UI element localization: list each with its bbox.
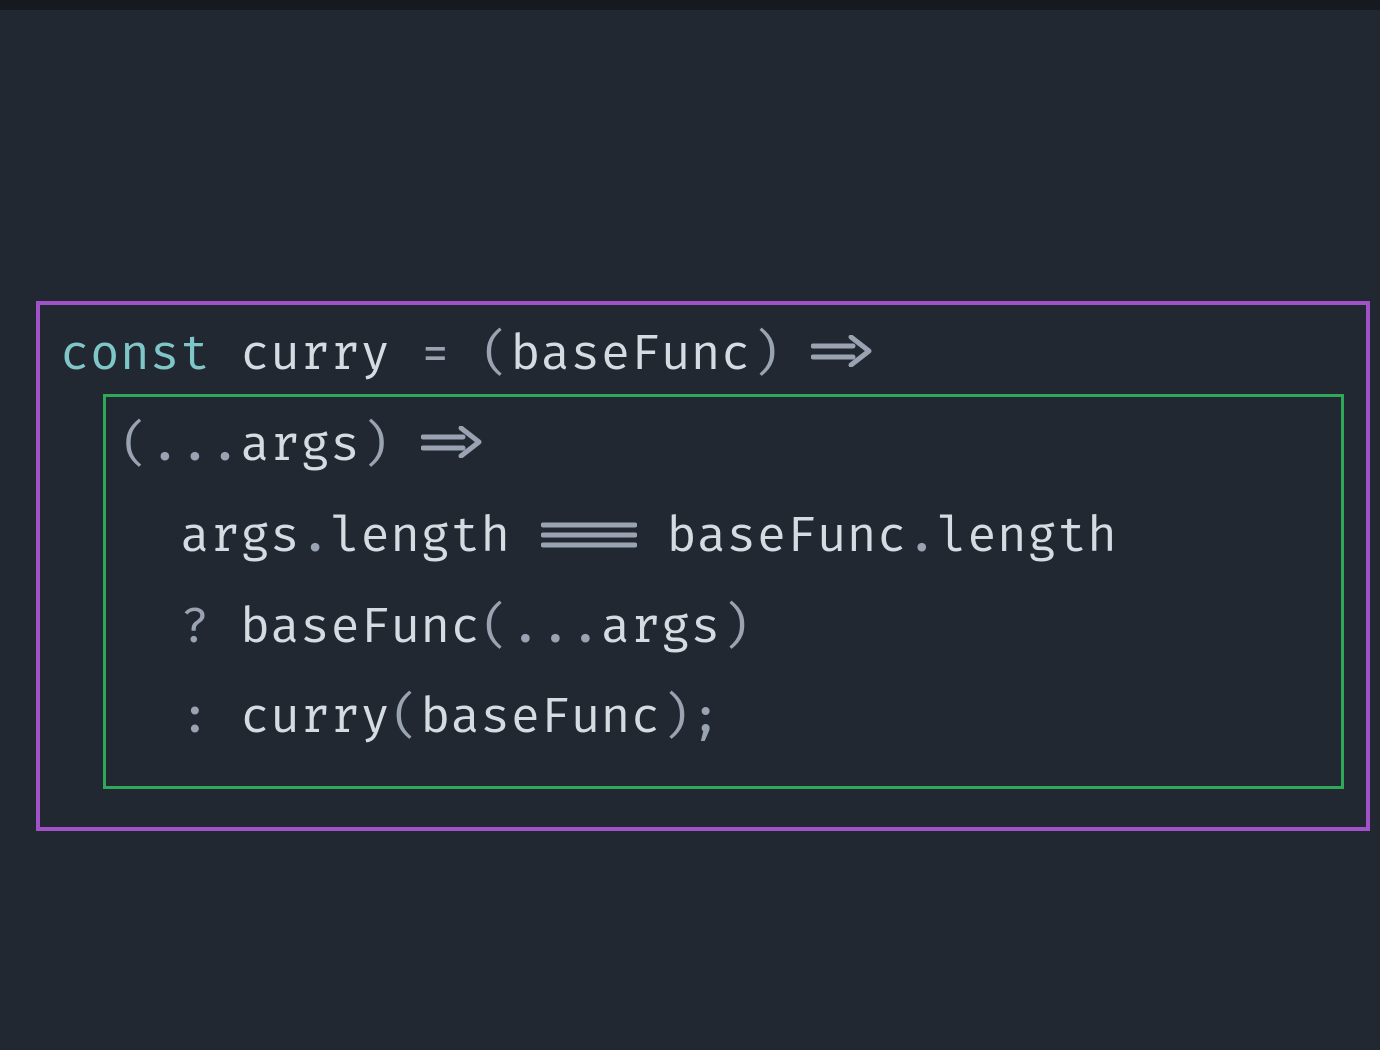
top-strip: [0, 0, 1380, 10]
code-token: baseFunc: [511, 325, 751, 384]
code-token: ): [721, 598, 751, 657]
code-token: baseFunc: [421, 688, 661, 747]
arrow-ligature-icon: [421, 399, 483, 489]
code-token: [60, 507, 180, 566]
code-token: [60, 598, 180, 657]
code-token: length: [937, 507, 1117, 566]
code-token: args: [601, 598, 721, 657]
code-token: [390, 416, 420, 475]
code-token: [511, 507, 541, 566]
code-token: ;: [691, 688, 721, 747]
code-token: ...: [511, 598, 601, 657]
code-token: [210, 598, 240, 657]
code-token: length: [330, 507, 510, 566]
code-token: [637, 507, 667, 566]
code-token: =: [421, 325, 451, 384]
code-block: const curry = (baseFunc) (...args) args.…: [60, 310, 1117, 763]
code-token: [781, 325, 811, 384]
code-token: [60, 416, 120, 475]
code-token: curry: [240, 688, 390, 747]
code-token: [210, 325, 240, 384]
code-token: (: [120, 416, 150, 475]
code-token: (: [481, 325, 511, 384]
code-token: [451, 325, 481, 384]
code-token: [390, 325, 420, 384]
code-token: ): [661, 688, 691, 747]
code-line: const curry = (baseFunc): [60, 310, 1117, 401]
code-token: baseFunc: [240, 598, 480, 657]
code-token: ): [751, 325, 781, 384]
code-token: [60, 688, 180, 747]
code-token: .: [907, 507, 937, 566]
code-token: const: [60, 325, 210, 384]
code-token: [210, 688, 240, 747]
code-line: (...args): [60, 401, 1117, 492]
code-token: (: [481, 598, 511, 657]
code-token: :: [180, 688, 210, 747]
code-token: .: [300, 507, 330, 566]
code-token: ?: [180, 598, 210, 657]
code-token: ...: [150, 416, 240, 475]
slide-stage: const curry = (baseFunc) (...args) args.…: [0, 0, 1380, 1050]
code-token: (: [390, 688, 420, 747]
code-line: ? baseFunc(...args): [60, 583, 1117, 673]
triple-equals-ligature-icon: [541, 491, 637, 581]
code-token: args: [180, 507, 300, 566]
code-token: curry: [240, 325, 390, 384]
code-token: args: [240, 416, 360, 475]
code-line: : curry(baseFunc);: [60, 673, 1117, 763]
code-token: ): [360, 416, 390, 475]
code-token: baseFunc: [667, 507, 907, 566]
arrow-ligature-icon: [811, 308, 873, 398]
code-line: args.length baseFunc.length: [60, 492, 1117, 583]
